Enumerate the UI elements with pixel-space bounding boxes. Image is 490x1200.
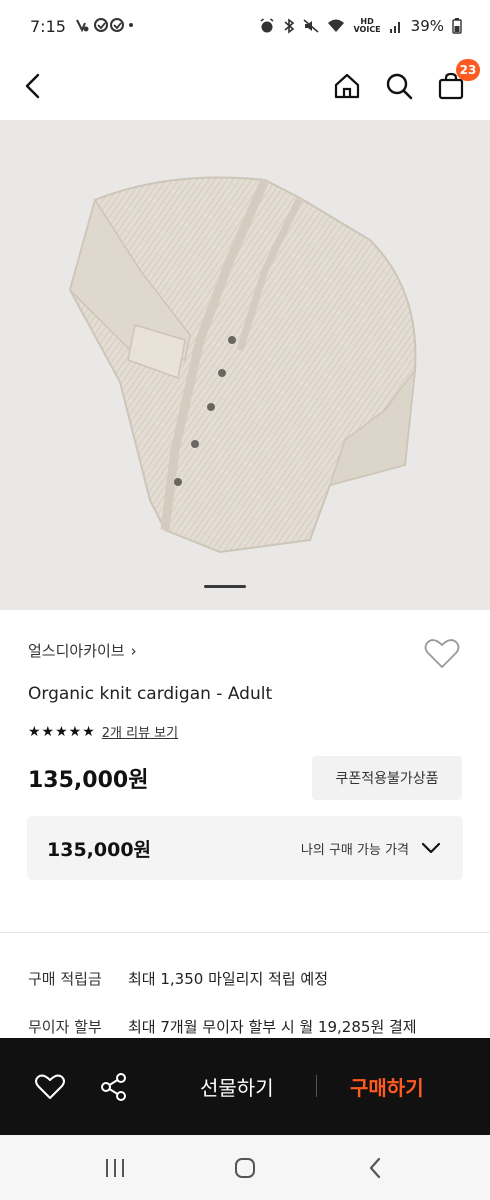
back-icon [25, 73, 40, 99]
back-nav-icon [369, 1157, 381, 1178]
buy-button[interactable]: 구매하기 [350, 1038, 424, 1135]
signal-icon [389, 22, 400, 33]
bottom-action-bar: 선물하기 구매하기 [0, 1038, 490, 1135]
benefit-label: 구매 적립금 [28, 970, 102, 988]
back-nav-button[interactable] [350, 1143, 400, 1193]
brand-name: 얼스디아카이브 [28, 642, 125, 660]
benefit-value: 최대 1,350 마일리지 적립 예정 [128, 970, 329, 988]
status-left: 7:15 [30, 17, 134, 36]
app-header: 23 [0, 52, 490, 120]
recent-apps-button[interactable] [90, 1143, 140, 1193]
home-button[interactable] [330, 69, 364, 103]
heart-icon [424, 639, 460, 668]
notification-icons [74, 17, 134, 36]
my-price-label: 나의 구매 가능 가격 [300, 842, 409, 858]
search-icon [386, 73, 413, 100]
status-right: HD VOICE 39% [259, 17, 462, 35]
product-title: Organic knit cardigan - Adult [28, 684, 273, 704]
heart-icon [35, 1074, 65, 1099]
chevron-right-icon: › [130, 641, 137, 660]
benefit-row-installment: 무이자 할부 최대 7개월 무이자 할부 시 월 19,285원 결제 [28, 1016, 417, 1037]
status-bar: 7:15 HD VOICE 39% [0, 0, 490, 52]
home-nav-button[interactable] [220, 1143, 270, 1193]
notification-icon-group [76, 17, 133, 32]
system-nav-bar [0, 1135, 490, 1200]
chevron-down-icon [421, 842, 441, 854]
battery-icon [452, 18, 462, 34]
alarm-icon [261, 18, 274, 33]
status-time: 7:15 [30, 16, 66, 36]
search-button[interactable] [382, 69, 416, 103]
rating-row: ★★★★★ 2개 리뷰 보기 [28, 722, 178, 742]
share-icon [101, 1072, 126, 1101]
benefit-row-mileage: 구매 적립금 최대 1,350 마일리지 적립 예정 [28, 968, 328, 989]
product-price: 135,000원 [28, 768, 149, 793]
hd-voice-indicator: HD VOICE [353, 17, 381, 34]
section-divider [0, 932, 490, 933]
cart-button[interactable]: 23 [434, 59, 480, 103]
wifi-icon [328, 19, 345, 32]
rating-stars: ★★★★★ [28, 723, 96, 740]
back-button[interactable] [22, 66, 62, 106]
home-nav-icon [235, 1157, 255, 1178]
bluetooth-icon [284, 18, 295, 34]
cardigan-image [68, 176, 417, 554]
product-image[interactable] [0, 120, 490, 610]
share-button[interactable] [96, 1069, 132, 1105]
wishlist-button[interactable] [424, 638, 464, 674]
review-link[interactable]: 2개 리뷰 보기 [102, 722, 178, 741]
gift-button[interactable]: 선물하기 [200, 1038, 274, 1135]
coupon-badge: 쿠폰적용불가상품 [312, 756, 462, 800]
benefit-label: 무이자 할부 [28, 1018, 102, 1036]
home-icon [334, 73, 360, 99]
my-price-dropdown[interactable]: 135,000원 나의 구매 가능 가격 [27, 816, 463, 880]
my-price-value: 135,000원 [47, 838, 152, 861]
benefit-value: 최대 7개월 무이자 할부 시 월 19,285원 결제 [128, 1018, 417, 1036]
wishlist-bottom-button[interactable] [32, 1069, 68, 1105]
header-actions: 23 [330, 59, 480, 103]
recent-apps-icon [106, 1158, 124, 1177]
action-separator [316, 1075, 317, 1097]
battery-percent: 39% [410, 17, 444, 35]
carousel-indicator [204, 585, 246, 588]
brand-link[interactable]: 얼스디아카이브 › [28, 640, 137, 661]
cart-count-badge: 23 [456, 59, 480, 81]
mute-icon [303, 19, 319, 33]
